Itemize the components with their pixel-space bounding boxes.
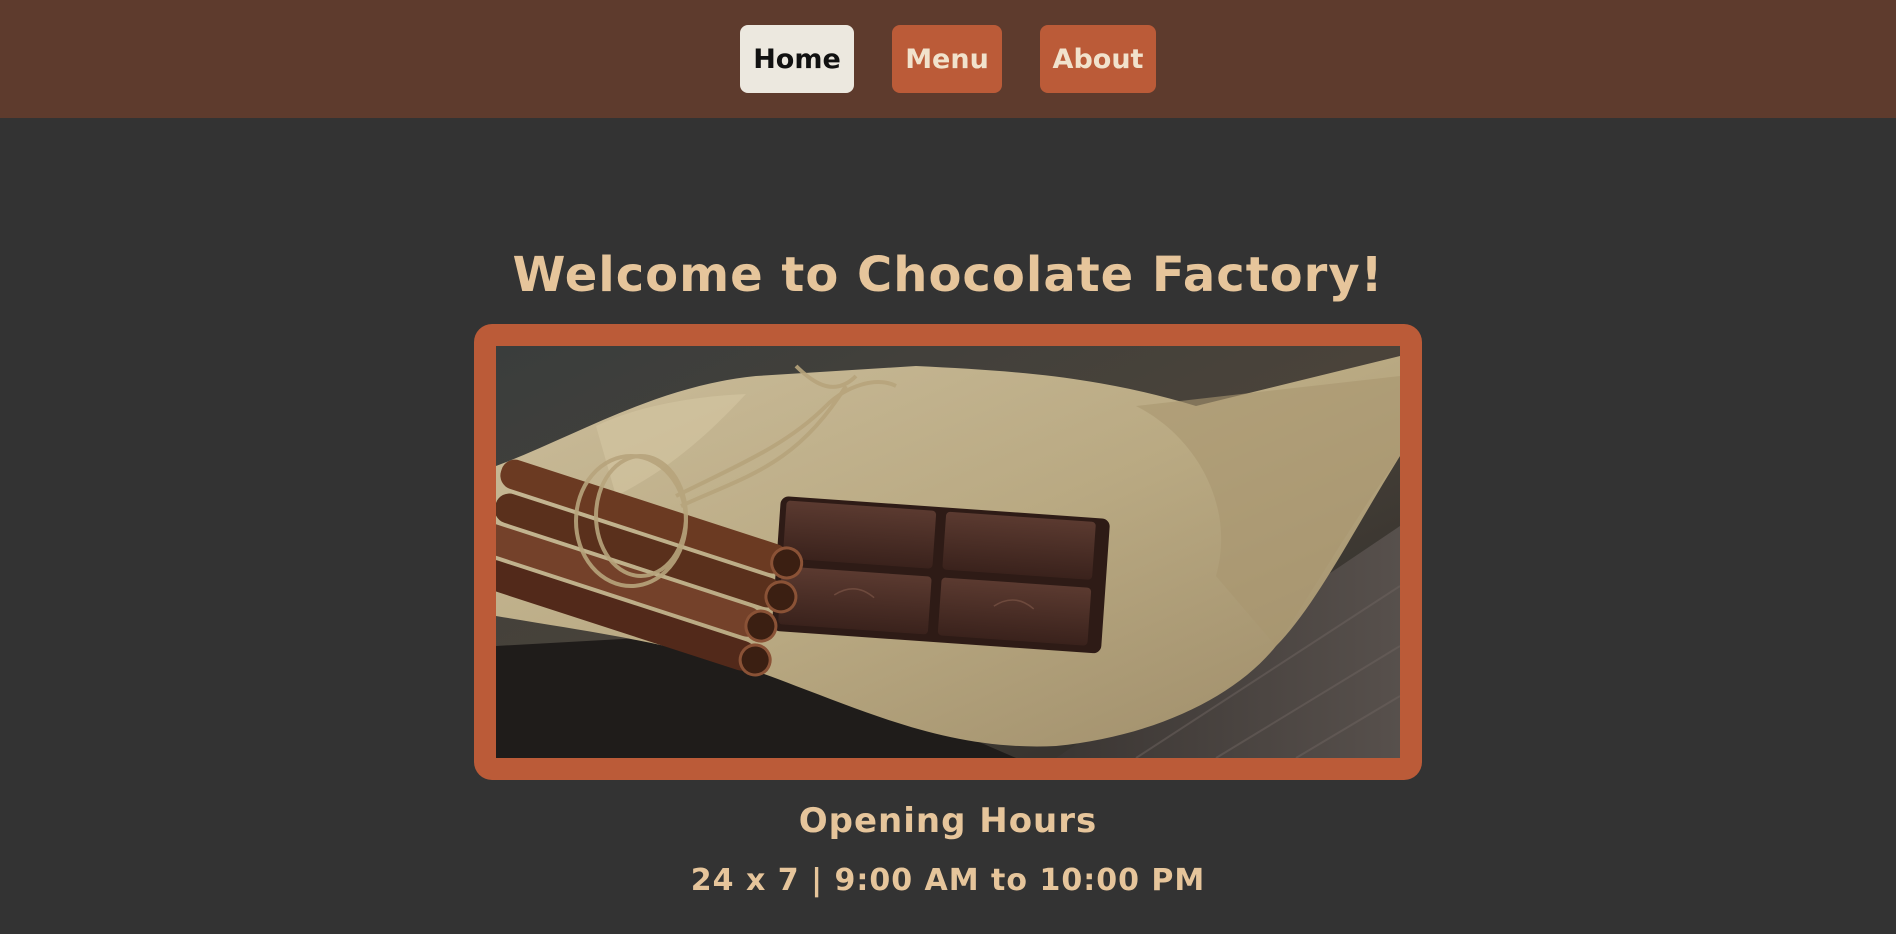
hero-image-frame <box>474 324 1422 780</box>
page-title: Welcome to Chocolate Factory! <box>512 247 1384 303</box>
opening-hours-heading: Opening Hours <box>798 801 1098 841</box>
nav-home-button[interactable]: Home <box>740 25 854 93</box>
top-nav-bar: Home Menu About <box>0 0 1896 118</box>
hero-image <box>496 346 1400 758</box>
chocolate-cinnamon-photo <box>496 346 1400 758</box>
nav-about-button[interactable]: About <box>1040 25 1156 93</box>
nav-menu-button[interactable]: Menu <box>892 25 1002 93</box>
opening-hours-text: 24 x 7 | 9:00 AM to 10:00 PM <box>690 863 1206 898</box>
